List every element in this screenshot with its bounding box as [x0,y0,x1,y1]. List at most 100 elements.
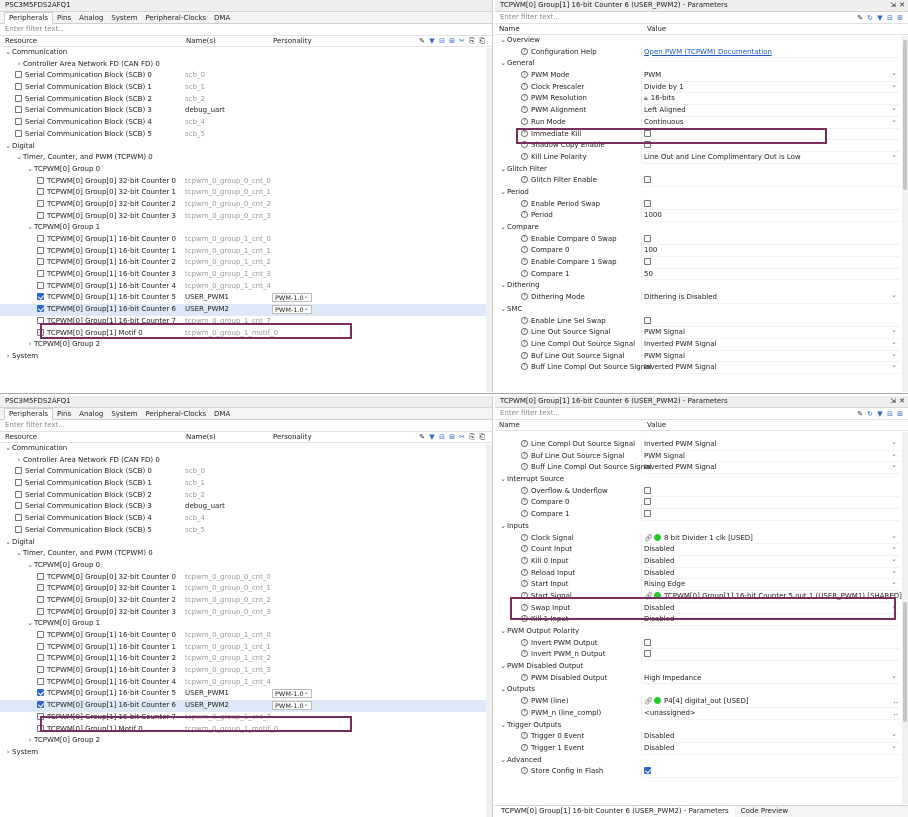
resource-checkbox[interactable] [37,712,44,720]
resource-checkbox[interactable] [37,316,44,324]
help-icon[interactable]: ? [521,351,528,359]
chevron-right-icon[interactable]: › [26,339,34,351]
tree-resource-row[interactable]: Serial Communication Block (SCB) 1 scb_1 [0,478,492,490]
help-icon[interactable]: ? [521,199,528,207]
param-value[interactable]: <unassigned>.. [644,708,900,720]
param-row[interactable]: ? Trigger 0 Event Disabled [495,729,908,743]
help-icon[interactable]: ? [521,47,528,55]
param-value[interactable]: Line Out and Line Complimentary Out is L… [644,150,900,164]
param-value[interactable]: 🔒︎ 16-bits [644,93,900,106]
tree-resource-row[interactable]: Serial Communication Block (SCB) 2 scb_2 [0,490,492,502]
param-checkbox[interactable] [644,199,651,207]
chevron-down-icon[interactable]: ⌄ [499,661,507,673]
tree-category-row[interactable]: › TCPWM[0] Group 2 [0,735,492,747]
tree-resource-row[interactable]: TCPWM[0] Group[1] 16-bit Counter 0 tcpwm_… [0,234,492,246]
tree-resource-row[interactable]: TCPWM[0] Group[1] Motif 0 tcpwm_0_group_1… [0,328,492,340]
pin-icon[interactable]: ⇲ [890,0,896,11]
tree-resource-row[interactable]: TCPWM[0] Group[1] 16-bit Counter 4 tcpwm_… [0,281,492,293]
help-icon[interactable]: ? [521,638,528,646]
collapse-all-icon[interactable]: ⊟ [886,410,894,419]
param-row[interactable]: ? Shadow Copy Enable [495,140,908,152]
param-row[interactable]: ? Start Input Rising Edge [495,577,908,591]
link-icon[interactable]: 🔗︎ [644,591,654,603]
param-value[interactable]: Disabled [644,554,900,568]
param-row[interactable]: ? Swap Input Disabled [495,601,908,615]
tree-category-row[interactable]: ⌄TCPWM[0] Group 1 [0,222,492,234]
help-icon[interactable]: ? [521,269,528,277]
expand-all-icon[interactable]: ⊞ [896,410,904,419]
personality-select[interactable]: PWM-1.0 [272,700,312,710]
param-value[interactable]: Continuous [644,115,900,129]
tree-resource-row[interactable]: Serial Communication Block (SCB) 0 scb_0 [0,70,492,82]
tree-resource-row[interactable]: TCPWM[0] Group[0] 32-bit Counter 2 tcpwm_… [0,199,492,211]
param-row[interactable]: ? Trigger 1 Event Disabled [495,741,908,755]
help-icon[interactable]: ? [521,568,528,576]
param-row[interactable]: ? PWM Resolution 🔒︎ 16-bits [495,93,908,106]
resource-checkbox[interactable] [37,328,44,336]
tree-resource-row[interactable]: TCPWM[0] Group[1] 16-bit Counter 5 USER_P… [0,292,492,304]
param-value[interactable]: Open PWM (TCPWM) Documentation [644,47,900,59]
resource-checkbox[interactable] [15,106,22,114]
param-value[interactable]: Disabled [644,566,900,580]
tree-resource-row[interactable]: TCPWM[0] Group[1] 16-bit Counter 6 USER_P… [0,304,492,316]
resource-checkbox[interactable] [37,176,44,184]
tree-resource-row[interactable]: TCPWM[0] Group[0] 32-bit Counter 0 tcpwm_… [0,572,492,584]
tree-resource-row[interactable]: TCPWM[0] Group[1] 16-bit Counter 5 USER_P… [0,688,492,700]
help-icon[interactable]: ? [521,293,528,301]
chevron-right-icon[interactable]: › [4,351,12,363]
param-value[interactable]: 100 [644,245,900,258]
param-row[interactable]: ? PWM_n (line_compl) <unassigned>.. [495,707,908,720]
tree-category-row[interactable]: › System [0,747,492,759]
param-row[interactable]: ? Line Out Source Signal PWM Signal [495,325,908,339]
chevron-down-icon[interactable]: ⌄ [499,35,507,47]
param-value[interactable]: Disabled [644,741,900,755]
param-value[interactable]: PWM Signal [644,325,900,339]
tree-scrollbar[interactable] [486,444,492,817]
resource-checkbox[interactable] [37,666,44,674]
param-row[interactable]: ? Invert PWM_n Output [495,649,908,662]
tree-category-row[interactable]: ⌄TCPWM[0] Group 1 [0,618,492,630]
tree-resource-row[interactable]: Serial Communication Block (SCB) 1 scb_1 [0,82,492,94]
param-row[interactable]: ? Dithering Mode Dithering is Disabled [495,290,908,304]
param-row[interactable]: ? PWM Disabled Output High Impedance [495,671,908,685]
tree-resource-row[interactable]: Serial Communication Block (SCB) 5 scb_5 [0,525,492,537]
param-row[interactable]: ? Buff Line Compl Out Source Signal Invert… [495,460,908,475]
param-row[interactable]: ? Enable Compare 1 Swap [495,257,908,269]
param-row[interactable]: ? Count Input Disabled [495,542,908,556]
chevron-down-icon[interactable]: ⌄ [4,537,12,549]
resource-checkbox[interactable] [15,467,22,475]
param-row[interactable]: ? Clock Prescaler Divide by 1 [495,80,908,94]
tree-category-row[interactable]: ⌄Timer, Counter, and PWM (TCPWM) 0 [0,152,492,164]
help-icon[interactable]: ? [521,258,528,266]
help-icon[interactable]: ? [521,451,528,459]
personality-select[interactable]: PWM-1.0 [272,292,312,302]
param-value[interactable]: Disabled [644,542,900,556]
param-value[interactable]: 🔗︎ P4[4] digital_out [USED].. [644,696,900,708]
collapse-all-icon[interactable]: ⊟ [886,14,894,23]
chevron-down-icon[interactable]: ⌄ [499,304,507,316]
chevron-down-icon[interactable]: ⌄ [499,684,507,696]
resource-checkbox[interactable] [15,129,22,137]
help-icon[interactable]: ? [521,316,528,324]
tree-resource-row[interactable]: TCPWM[0] Group[1] 16-bit Counter 4 tcpwm_… [0,677,492,689]
help-icon[interactable]: ? [521,743,528,751]
help-icon[interactable]: ? [521,152,528,160]
help-icon[interactable]: ? [521,708,528,716]
resource-checkbox[interactable] [37,595,44,603]
chevron-down-icon[interactable]: ⌄ [499,755,507,767]
param-value[interactable]: PWM Signal [644,449,900,463]
help-icon[interactable]: ? [521,673,528,681]
tree-resource-row[interactable]: TCPWM[0] Group[0] 32-bit Counter 1 tcpwm_… [0,583,492,595]
chevron-down-icon[interactable]: ⌄ [499,280,507,292]
param-value[interactable] [644,257,900,269]
resource-checkbox[interactable] [37,572,44,580]
tab-peripherals[interactable]: Peripherals [4,408,54,420]
help-icon[interactable]: ? [521,246,528,254]
help-icon[interactable]: ? [521,440,528,447]
help-icon[interactable]: ? [521,129,528,137]
tree-scrollbar[interactable] [486,48,492,392]
param-row[interactable]: ? Kill 0 Input Disabled [495,554,908,568]
param-row[interactable]: ? Overflow & Underflow [495,485,908,498]
help-icon[interactable]: ? [521,767,528,775]
help-icon[interactable]: ? [521,117,528,125]
